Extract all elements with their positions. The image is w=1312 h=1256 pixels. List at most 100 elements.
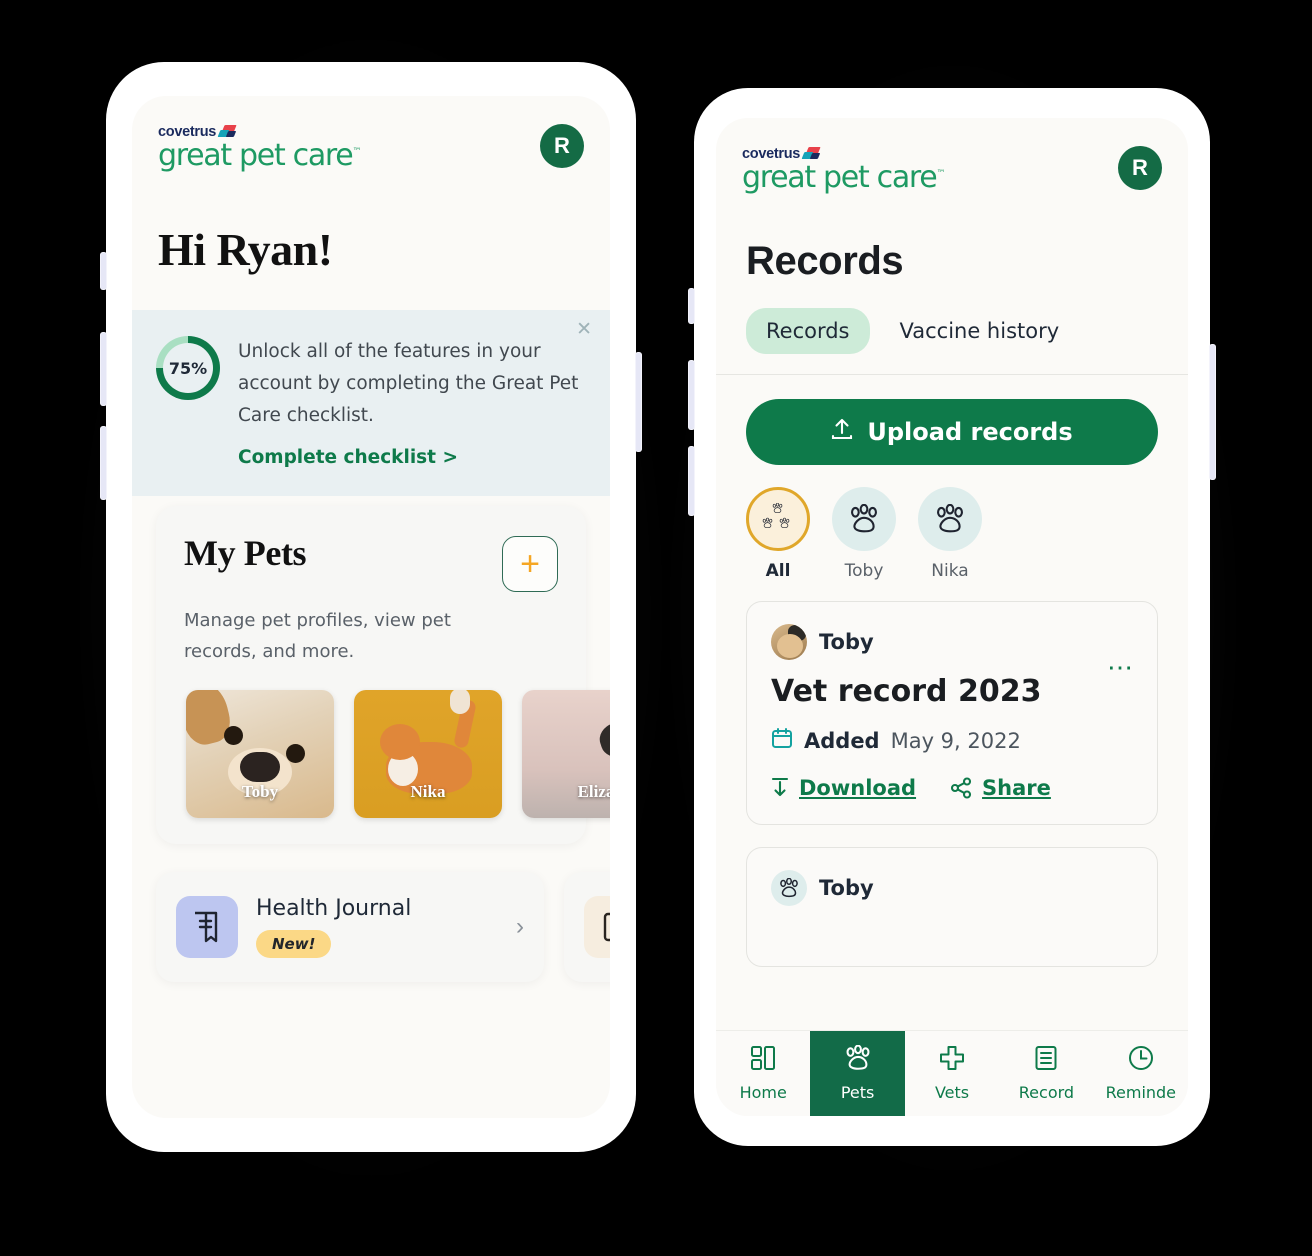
great-pet-care-wordmark: great pet care™ <box>742 163 945 193</box>
paw-icon <box>844 1044 872 1076</box>
nav-label: Pets <box>840 1083 875 1102</box>
covetrus-flag-icon <box>217 125 237 139</box>
download-button[interactable]: Download <box>771 776 916 800</box>
share-icon <box>950 777 972 799</box>
nav-label: Record <box>1018 1083 1075 1102</box>
bottom-navigation: Home Pets Vets Record Reminde <box>716 1030 1188 1116</box>
record-added-date: May 9, 2022 <box>890 728 1021 753</box>
brand-logo: covetrus great pet care™ <box>742 146 945 193</box>
clock-icon <box>1128 1045 1154 1076</box>
tab-records[interactable]: Records <box>746 308 870 354</box>
left-phone-mute-button[interactable] <box>100 252 107 290</box>
left-phone-frame: covetrus great pet care™ R Hi Ryan! ✕ 75… <box>100 62 642 1152</box>
upload-icon <box>831 417 853 447</box>
feature-title: Health Journal <box>256 896 412 922</box>
my-pets-card: My Pets + Manage pet profiles, view pet … <box>156 506 610 845</box>
pet-card-toby[interactable]: Toby <box>186 690 334 819</box>
pet-name-label: Eliza <box>577 782 610 802</box>
document-icon <box>1034 1045 1058 1076</box>
right-phone-power-button[interactable] <box>1209 344 1216 480</box>
three-paws-icon <box>746 487 810 551</box>
book-icon <box>584 896 610 959</box>
cross-icon <box>939 1045 965 1076</box>
chevron-right-icon: › <box>516 913 524 941</box>
download-label: Download <box>799 776 917 800</box>
filter-label: Toby <box>844 561 884 581</box>
feature-card-strip[interactable]: Health Journal New! › <box>132 844 610 983</box>
right-phone-volume-up-button[interactable] <box>688 360 695 430</box>
right-phone-screen: covetrus great pet care™ R Records Recor… <box>716 118 1188 1116</box>
download-icon <box>771 777 789 799</box>
share-label: Share <box>982 776 1051 800</box>
pet-filter-row: All Toby Nika <box>716 465 1188 581</box>
left-phone-screen: covetrus great pet care™ R Hi Ryan! ✕ 75… <box>132 96 610 1118</box>
right-phone-mute-button[interactable] <box>688 288 695 324</box>
journal-icon <box>176 896 238 959</box>
feature-card-health-journal[interactable]: Health Journal New! › <box>156 872 544 983</box>
left-phone-volume-up-button[interactable] <box>100 332 107 406</box>
nav-item-pets[interactable]: Pets <box>810 1031 905 1116</box>
more-horizontal-icon[interactable]: ⋯ <box>1107 654 1135 680</box>
left-phone-power-button[interactable] <box>635 352 642 452</box>
avatar <box>771 870 807 906</box>
calendar-icon <box>771 727 793 754</box>
progress-ring: 75% <box>156 336 220 400</box>
nav-item-vets[interactable]: Vets <box>905 1031 999 1116</box>
right-phone-frame: covetrus great pet care™ R Records Recor… <box>688 88 1216 1146</box>
right-header: covetrus great pet care™ R <box>716 118 1188 193</box>
pet-card-nika[interactable]: Nika <box>354 690 502 819</box>
covetrus-flag-icon <box>801 147 821 161</box>
user-avatar[interactable]: R <box>540 124 584 168</box>
records-tabs: Records Vaccine history <box>716 284 1188 375</box>
record-card[interactable]: Toby <box>746 847 1158 967</box>
product-name: great pet care <box>158 138 354 173</box>
tab-vaccine-history[interactable]: Vaccine history <box>880 308 1080 354</box>
complete-checklist-link[interactable]: Complete checklist > <box>238 447 586 468</box>
progress-percent-label: 75% <box>168 358 208 378</box>
left-header: covetrus great pet care™ R <box>132 96 610 171</box>
add-pet-button[interactable]: + <box>502 536 558 593</box>
close-icon[interactable]: ✕ <box>576 320 592 339</box>
pet-filter-toby[interactable]: Toby <box>832 487 896 581</box>
share-button[interactable]: Share <box>950 776 1051 800</box>
pet-card-eliza[interactable]: Eliza <box>522 690 610 819</box>
filter-label: All <box>765 561 791 581</box>
trademark-symbol: ™ <box>936 169 946 179</box>
product-name: great pet care <box>742 160 938 195</box>
dashboard-icon <box>750 1045 776 1076</box>
trademark-symbol: ™ <box>352 147 362 157</box>
new-badge: New! <box>256 930 332 959</box>
feature-card-secondary[interactable] <box>564 872 610 983</box>
record-title: Vet record 2023 <box>771 674 1042 709</box>
record-added-label: Added <box>804 728 880 753</box>
nav-item-reminders[interactable]: Reminde <box>1094 1031 1188 1116</box>
paw-icon <box>832 487 896 551</box>
plus-icon: + <box>520 545 540 584</box>
great-pet-care-wordmark: great pet care™ <box>158 141 361 171</box>
right-phone-volume-down-button[interactable] <box>688 446 695 516</box>
my-pets-title: My Pets <box>184 533 307 574</box>
nav-item-record[interactable]: Record <box>999 1031 1093 1116</box>
nav-label: Reminde <box>1105 1083 1177 1102</box>
user-avatar[interactable]: R <box>1118 146 1162 190</box>
nav-item-home[interactable]: Home <box>716 1031 810 1116</box>
greeting-heading: Hi Ryan! <box>158 224 333 275</box>
upload-records-label: Upload records <box>867 418 1073 446</box>
left-phone-volume-down-button[interactable] <box>100 426 107 500</box>
pet-filter-all[interactable]: All <box>746 487 810 581</box>
upload-records-button[interactable]: Upload records <box>746 399 1158 465</box>
paw-icon <box>918 487 982 551</box>
record-card[interactable]: ⋯ Toby Vet record 2023 Added May 9, 2022… <box>746 601 1158 825</box>
nav-label: Home <box>739 1083 787 1102</box>
checklist-body-text: Unlock all of the features in your accou… <box>238 341 579 426</box>
checklist-banner: ✕ 75% Unlock all of the features in your… <box>132 310 610 497</box>
nav-label: Vets <box>934 1083 970 1102</box>
pet-thumbnail-strip[interactable]: Toby Nika Eliza <box>156 668 610 819</box>
pet-filter-nika[interactable]: Nika <box>918 487 982 581</box>
record-pet-name: Toby <box>819 876 874 900</box>
pet-name-label: Toby <box>241 782 279 802</box>
canvas: covetrus great pet care™ R Hi Ryan! ✕ 75… <box>0 0 1312 1256</box>
pet-name-label: Nika <box>410 782 446 802</box>
avatar <box>771 624 807 660</box>
brand-logo: covetrus great pet care™ <box>158 124 361 171</box>
